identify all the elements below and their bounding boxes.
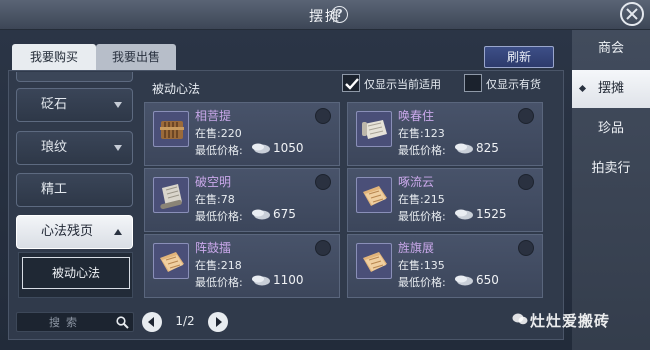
nav-item-label: 摆摊 [597, 81, 624, 96]
item-card[interactable]: 相菩提 在售:220 最低价格: 1050 [144, 102, 340, 166]
chevron-down-icon [114, 102, 122, 108]
item-price-label: 最低价格: [195, 276, 243, 289]
item-stock: 在售:123 [398, 127, 445, 140]
item-price-label: 最低价格: [398, 144, 446, 157]
rolled-scroll-icon [153, 177, 189, 213]
sidebar-scroll-stub [16, 72, 133, 82]
select-radio[interactable] [315, 174, 331, 190]
item-price: 1100 [273, 273, 304, 287]
sidebar-item-label: 琅纹 [41, 140, 68, 155]
item-name: 唤春住 [398, 109, 435, 123]
filter-instock-label: 仅显示有货 [486, 78, 541, 91]
nav-item-auction[interactable]: 拍卖行 [572, 150, 650, 188]
check-icon [345, 78, 359, 90]
item-stock: 在售:78 [195, 193, 235, 206]
paper-pages-icon [356, 243, 392, 279]
arrow-right-icon [216, 317, 222, 327]
item-price: 1525 [476, 207, 507, 221]
item-stock: 在售:215 [398, 193, 445, 206]
sidebar-item-label: 精工 [41, 182, 68, 197]
close-icon[interactable] [620, 2, 644, 26]
filter-applicable-checkbox[interactable] [342, 74, 360, 92]
item-price-label: 最低价格: [398, 276, 446, 289]
item-card[interactable]: 啄流云 在售:215 最低价格: 1525 [347, 168, 543, 232]
chevron-down-icon [114, 145, 122, 151]
sidebar-item-stone[interactable]: 砭石 [16, 88, 133, 122]
paper-pages-icon [356, 177, 392, 213]
category-title: 被动心法 [152, 82, 201, 96]
sidebar-item-pattern[interactable]: 琅纹 [16, 131, 133, 165]
select-radio[interactable] [518, 174, 534, 190]
bamboo-scroll-icon [153, 111, 189, 147]
nav-item-stall[interactable]: 摆摊 [572, 70, 650, 108]
next-page-button[interactable] [208, 312, 228, 332]
item-stock: 在售:218 [195, 259, 242, 272]
filter-applicable-label: 仅显示当前适用 [364, 78, 441, 91]
nav-item-chamber[interactable]: 商会 [572, 30, 650, 68]
search-box [16, 312, 134, 332]
item-card[interactable]: 旌旗展 在售:135 最低价格: 650 [347, 234, 543, 298]
watermark-text: 灶灶爱搬砖 [530, 312, 611, 330]
tab-sell[interactable]: 我要出售 [96, 44, 176, 70]
nav-item-treasure[interactable]: 珍品 [572, 110, 650, 148]
item-name: 相菩提 [195, 109, 232, 123]
chat-bubble-icon [512, 313, 528, 325]
search-input[interactable] [23, 314, 109, 330]
page-indicator: 1/2 [175, 314, 195, 328]
refresh-button[interactable]: 刷新 [484, 46, 554, 68]
silver-coin-icon [252, 275, 270, 286]
item-price: 675 [273, 207, 296, 221]
select-radio[interactable] [518, 108, 534, 124]
search-icon[interactable] [116, 316, 129, 329]
chevron-up-icon [114, 229, 122, 235]
item-price-label: 最低价格: [398, 210, 446, 223]
sidebar-item-mind-pages[interactable]: 心法残页 [16, 215, 133, 249]
silver-coin-icon [252, 209, 270, 220]
silver-coin-icon [455, 209, 473, 220]
sidebar-subitem-passive[interactable]: 被动心法 [22, 257, 130, 289]
filter-instock-checkbox[interactable] [464, 74, 482, 92]
window-title: 摆摊 [309, 9, 341, 25]
sidebar-item-label: 砭石 [41, 97, 68, 112]
arrow-left-icon [148, 317, 154, 327]
silver-coin-icon [455, 143, 473, 154]
item-stock: 在售:135 [398, 259, 445, 272]
item-name: 旌旗展 [398, 241, 435, 255]
item-price: 1050 [273, 141, 304, 155]
item-name: 阵鼓擂 [195, 241, 232, 255]
select-radio[interactable] [518, 240, 534, 256]
item-card[interactable]: 阵鼓擂 在售:218 最低价格: 1100 [144, 234, 340, 298]
item-price: 650 [476, 273, 499, 287]
item-price-label: 最低价格: [195, 144, 243, 157]
paper-pages-icon [153, 243, 189, 279]
select-radio[interactable] [315, 108, 331, 124]
paper-scroll-icon [356, 111, 392, 147]
select-radio[interactable] [315, 240, 331, 256]
sidebar-item-craft[interactable]: 精工 [16, 173, 133, 207]
item-stock: 在售:220 [195, 127, 242, 140]
item-price-label: 最低价格: [195, 210, 243, 223]
tab-buy[interactable]: 我要购买 [12, 44, 96, 70]
item-price: 825 [476, 141, 499, 155]
silver-coin-icon [252, 143, 270, 154]
item-card[interactable]: 唤春住 在售:123 最低价格: 825 [347, 102, 543, 166]
diamond-icon [578, 84, 587, 93]
prev-page-button[interactable] [142, 312, 162, 332]
help-icon[interactable]: ? [331, 6, 348, 23]
item-name: 啄流云 [398, 175, 435, 189]
sidebar-item-label: 心法残页 [41, 224, 94, 239]
item-card[interactable]: 破空明 在售:78 最低价格: 675 [144, 168, 340, 232]
silver-coin-icon [455, 275, 473, 286]
item-name: 破空明 [195, 175, 232, 189]
